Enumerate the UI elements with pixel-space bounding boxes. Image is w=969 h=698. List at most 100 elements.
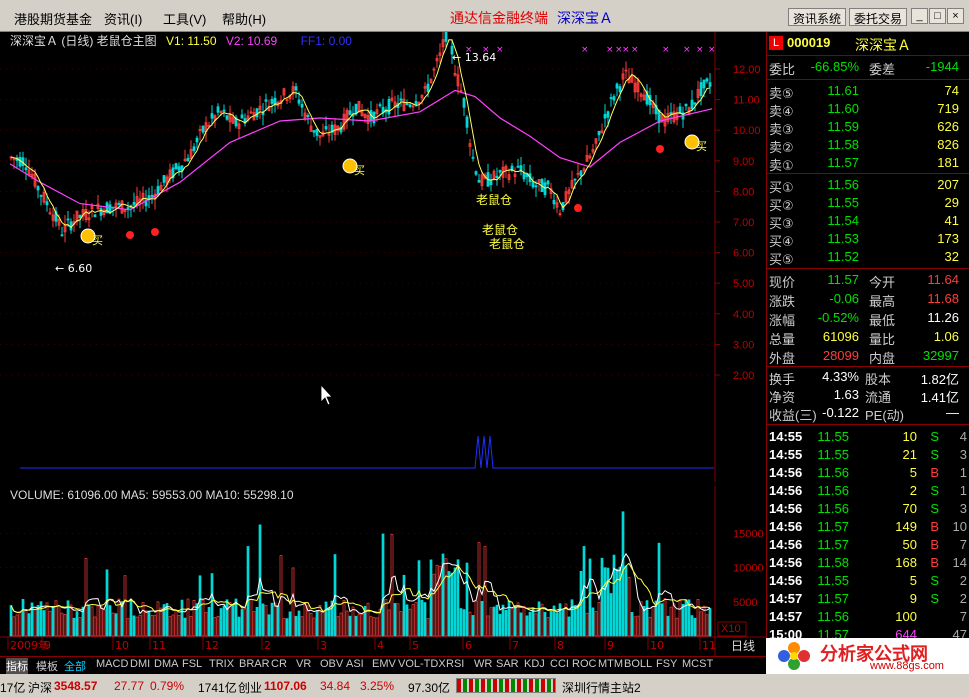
status-amount-left: 17亿 — [0, 681, 26, 695]
candle-body — [618, 86, 622, 93]
tab-obv[interactable]: OBV — [320, 658, 343, 670]
volume-bar — [657, 542, 661, 637]
ask-row[interactable]: 卖② 11.58 826 — [769, 137, 967, 155]
bid-row[interactable]: 买④ 11.53 173 — [769, 231, 967, 249]
volume-bar — [633, 616, 637, 637]
maximize-icon[interactable]: □ — [929, 8, 946, 24]
volume-bar — [21, 598, 25, 637]
volume-bar — [570, 599, 574, 637]
tab-roc[interactable]: ROC — [572, 658, 596, 670]
volume-bar — [141, 602, 145, 637]
tab-指标[interactable]: 指标 — [6, 658, 28, 674]
tab-dmi[interactable]: DMI — [130, 658, 150, 670]
tab-fsl[interactable]: FSL — [182, 658, 202, 670]
tick-volume: 168 — [895, 555, 917, 570]
x-axis-label: 9 — [44, 639, 51, 652]
volume-bar — [255, 606, 259, 637]
bid-label: 买⑤ — [769, 252, 794, 267]
tick-price: 11.56 — [817, 465, 849, 480]
minimize-icon[interactable]: _ — [911, 8, 928, 24]
candle-body — [702, 79, 706, 89]
stat-value: 1.63 — [833, 387, 859, 402]
volume-bar — [312, 617, 316, 637]
ask-label: 卖⑤ — [769, 86, 794, 101]
candle-body — [516, 165, 520, 168]
volume-bar — [210, 573, 214, 637]
tab-wr[interactable]: WR — [474, 658, 492, 670]
volume-bar — [75, 611, 79, 637]
tab-vr[interactable]: VR — [296, 658, 311, 670]
tab-macd[interactable]: MACD — [96, 658, 128, 670]
volume-bar — [498, 613, 502, 637]
volume-bar — [240, 609, 244, 637]
tab-cr[interactable]: CR — [271, 658, 287, 670]
volume-bar — [603, 567, 607, 637]
tick-row: 14:56 11.57 149 B 10 — [769, 519, 967, 537]
stat-value: 32997 — [922, 348, 959, 363]
x-axis-label: 3 — [320, 639, 327, 652]
volume-chart[interactable]: 15000100005000X102009年9 10 11 12 2 3 4 5 6 7 8 9 10 1… — [0, 486, 766, 656]
ask-row[interactable]: 卖③ 11.59 626 — [769, 119, 967, 137]
candle-body — [162, 175, 166, 183]
volume-bar — [435, 564, 439, 637]
bid-row[interactable]: 买② 11.55 29 — [769, 195, 967, 213]
price-chart[interactable]: 12.00 11.00 10.00 9.00 8.00 7.00 6.00 5.00 4.00 3… — [0, 32, 766, 482]
candle-body — [99, 208, 103, 216]
tab-dma[interactable]: DMA — [154, 658, 178, 670]
tab-sar[interactable]: SAR — [496, 658, 519, 670]
bid-row[interactable]: 买① 11.56 207 — [769, 177, 967, 195]
candle-body — [60, 234, 64, 237]
chart-area[interactable]: 深深宝Ａ (日线) 老鼠仓主图 V1: 11.50 V2: 10.69 FF1:… — [0, 32, 766, 658]
bid-row[interactable]: 买③ 11.54 41 — [769, 213, 967, 231]
tab-brar[interactable]: BRAR — [239, 658, 270, 670]
tab-mcst[interactable]: MCST — [682, 658, 713, 670]
sh-value: 3548.57 — [54, 679, 98, 693]
trade-button[interactable]: 委托交易 — [849, 8, 908, 26]
volume-bar — [72, 617, 76, 637]
volume-bar — [249, 598, 253, 637]
tick-count: 10 — [952, 519, 967, 534]
volume-bar — [213, 617, 217, 637]
candle-body — [300, 103, 304, 108]
tab-trix[interactable]: TRIX — [209, 658, 234, 670]
ask-price: 11.60 — [827, 101, 859, 116]
tab-全部[interactable]: 全部 — [64, 658, 86, 674]
close-icon[interactable]: × — [947, 8, 964, 24]
tab-mtm[interactable]: MTM — [598, 658, 623, 670]
tab-vol-tdx[interactable]: VOL-TDX — [398, 658, 446, 670]
volume-bar — [327, 607, 331, 637]
cy-value: 1107.06 — [264, 679, 307, 693]
menu-help[interactable]: 帮助(H) — [222, 9, 266, 28]
candle-body — [186, 157, 190, 162]
menu-news[interactable]: 资讯(I) — [104, 9, 142, 28]
menu-hk-futures[interactable]: 港股期货基金 — [14, 9, 92, 28]
menu-tools[interactable]: 工具(V) — [163, 9, 206, 28]
ask-row[interactable]: 卖④ 11.60 719 — [769, 101, 967, 119]
volume-bar — [171, 614, 175, 637]
tab-kdj[interactable]: KDJ — [524, 658, 545, 670]
x-axis-label: 11 — [152, 639, 166, 652]
tick-side: S — [930, 447, 939, 462]
tab-fsy[interactable]: FSY — [656, 658, 677, 670]
tick-time: 14:56 — [769, 501, 803, 516]
volume-bar — [396, 603, 400, 637]
bid-row[interactable]: 买⑤ 11.52 32 — [769, 249, 967, 267]
tab-emv[interactable]: EMV — [372, 658, 396, 670]
bid-price: 11.56 — [827, 177, 859, 192]
cy-change: 34.84 — [320, 679, 351, 693]
tab-cci[interactable]: CCI — [550, 658, 569, 670]
tab-boll[interactable]: BOLL — [624, 658, 652, 670]
tab-模板[interactable]: 模板 — [36, 658, 58, 674]
candle-body — [399, 98, 403, 101]
volume-bar — [450, 572, 454, 637]
candle-body — [465, 116, 469, 128]
sh-amount: 1741亿 — [198, 681, 237, 695]
tab-rsi[interactable]: RSI — [446, 658, 464, 670]
tab-asi[interactable]: ASI — [346, 658, 364, 670]
ask-row[interactable]: 卖① 11.57 181 — [769, 155, 967, 173]
news-system-button[interactable]: 资讯系统 — [788, 8, 847, 26]
ask-row[interactable]: 卖⑤ 11.61 74 — [769, 83, 967, 101]
candle-body — [546, 180, 550, 185]
bid-volume: 41 — [944, 213, 959, 228]
price-tick-label: 5.00 — [733, 278, 754, 290]
